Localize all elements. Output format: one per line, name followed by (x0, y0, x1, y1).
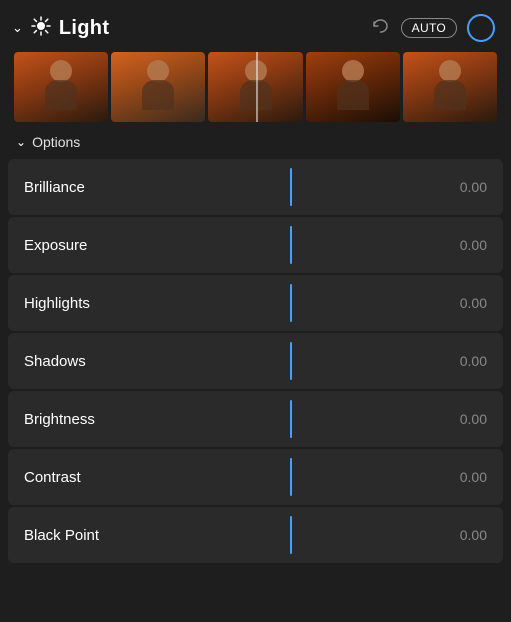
filmstrip-item-4[interactable] (306, 52, 400, 122)
slider-label-exposure: Exposure (24, 237, 144, 254)
filmstrip (0, 52, 511, 128)
slider-row-exposure[interactable]: Exposure 0.00 (8, 217, 503, 273)
slider-row-contrast[interactable]: Contrast 0.00 (8, 449, 503, 505)
slider-handle-brightness (290, 400, 292, 438)
slider-value-shadows: 0.00 (437, 353, 487, 369)
slider-label-brilliance: Brilliance (24, 179, 144, 196)
slider-label-highlights: Highlights (24, 295, 144, 312)
slider-handle-contrast (290, 458, 292, 496)
sun-icon (31, 16, 51, 41)
slider-value-black-point: 0.00 (437, 527, 487, 543)
options-header[interactable]: ⌄ Options (0, 128, 511, 158)
panel-header: ⌄ Light (0, 0, 511, 52)
slider-handle-exposure (290, 226, 292, 264)
slider-value-brightness: 0.00 (437, 411, 487, 427)
slider-value-contrast: 0.00 (437, 469, 487, 485)
slider-label-brightness: Brightness (24, 411, 144, 428)
slider-row-black-point[interactable]: Black Point 0.00 (8, 507, 503, 563)
slider-label-black-point: Black Point (24, 527, 144, 544)
slider-label-contrast: Contrast (24, 469, 144, 486)
mode-toggle-button[interactable] (467, 14, 495, 42)
header-controls: AUTO (369, 14, 495, 42)
slider-value-exposure: 0.00 (437, 237, 487, 253)
slider-handle-black-point (290, 516, 292, 554)
auto-button[interactable]: AUTO (401, 18, 457, 38)
options-label: Options (32, 134, 80, 150)
undo-button[interactable] (369, 15, 391, 42)
filmstrip-item-1[interactable] (14, 52, 108, 122)
slider-row-shadows[interactable]: Shadows 0.00 (8, 333, 503, 389)
header-left: ⌄ Light (12, 16, 369, 41)
slider-handle-brilliance (290, 168, 292, 206)
sliders-list: Brilliance 0.00 Exposure 0.00 Highlights… (0, 158, 511, 622)
slider-value-highlights: 0.00 (437, 295, 487, 311)
slider-value-brilliance: 0.00 (437, 179, 487, 195)
slider-handle-highlights (290, 284, 292, 322)
options-chevron-icon: ⌄ (16, 135, 26, 149)
slider-row-brightness[interactable]: Brightness 0.00 (8, 391, 503, 447)
slider-row-brilliance[interactable]: Brilliance 0.00 (8, 159, 503, 215)
filmstrip-item-2[interactable] (111, 52, 205, 122)
filmstrip-item-5[interactable] (403, 52, 497, 122)
collapse-icon[interactable]: ⌄ (12, 20, 23, 36)
light-panel: ⌄ Light (0, 0, 511, 622)
panel-title: Light (59, 17, 109, 40)
filmstrip-item-3[interactable] (208, 52, 302, 122)
slider-row-highlights[interactable]: Highlights 0.00 (8, 275, 503, 331)
slider-handle-shadows (290, 342, 292, 380)
slider-label-shadows: Shadows (24, 353, 144, 370)
